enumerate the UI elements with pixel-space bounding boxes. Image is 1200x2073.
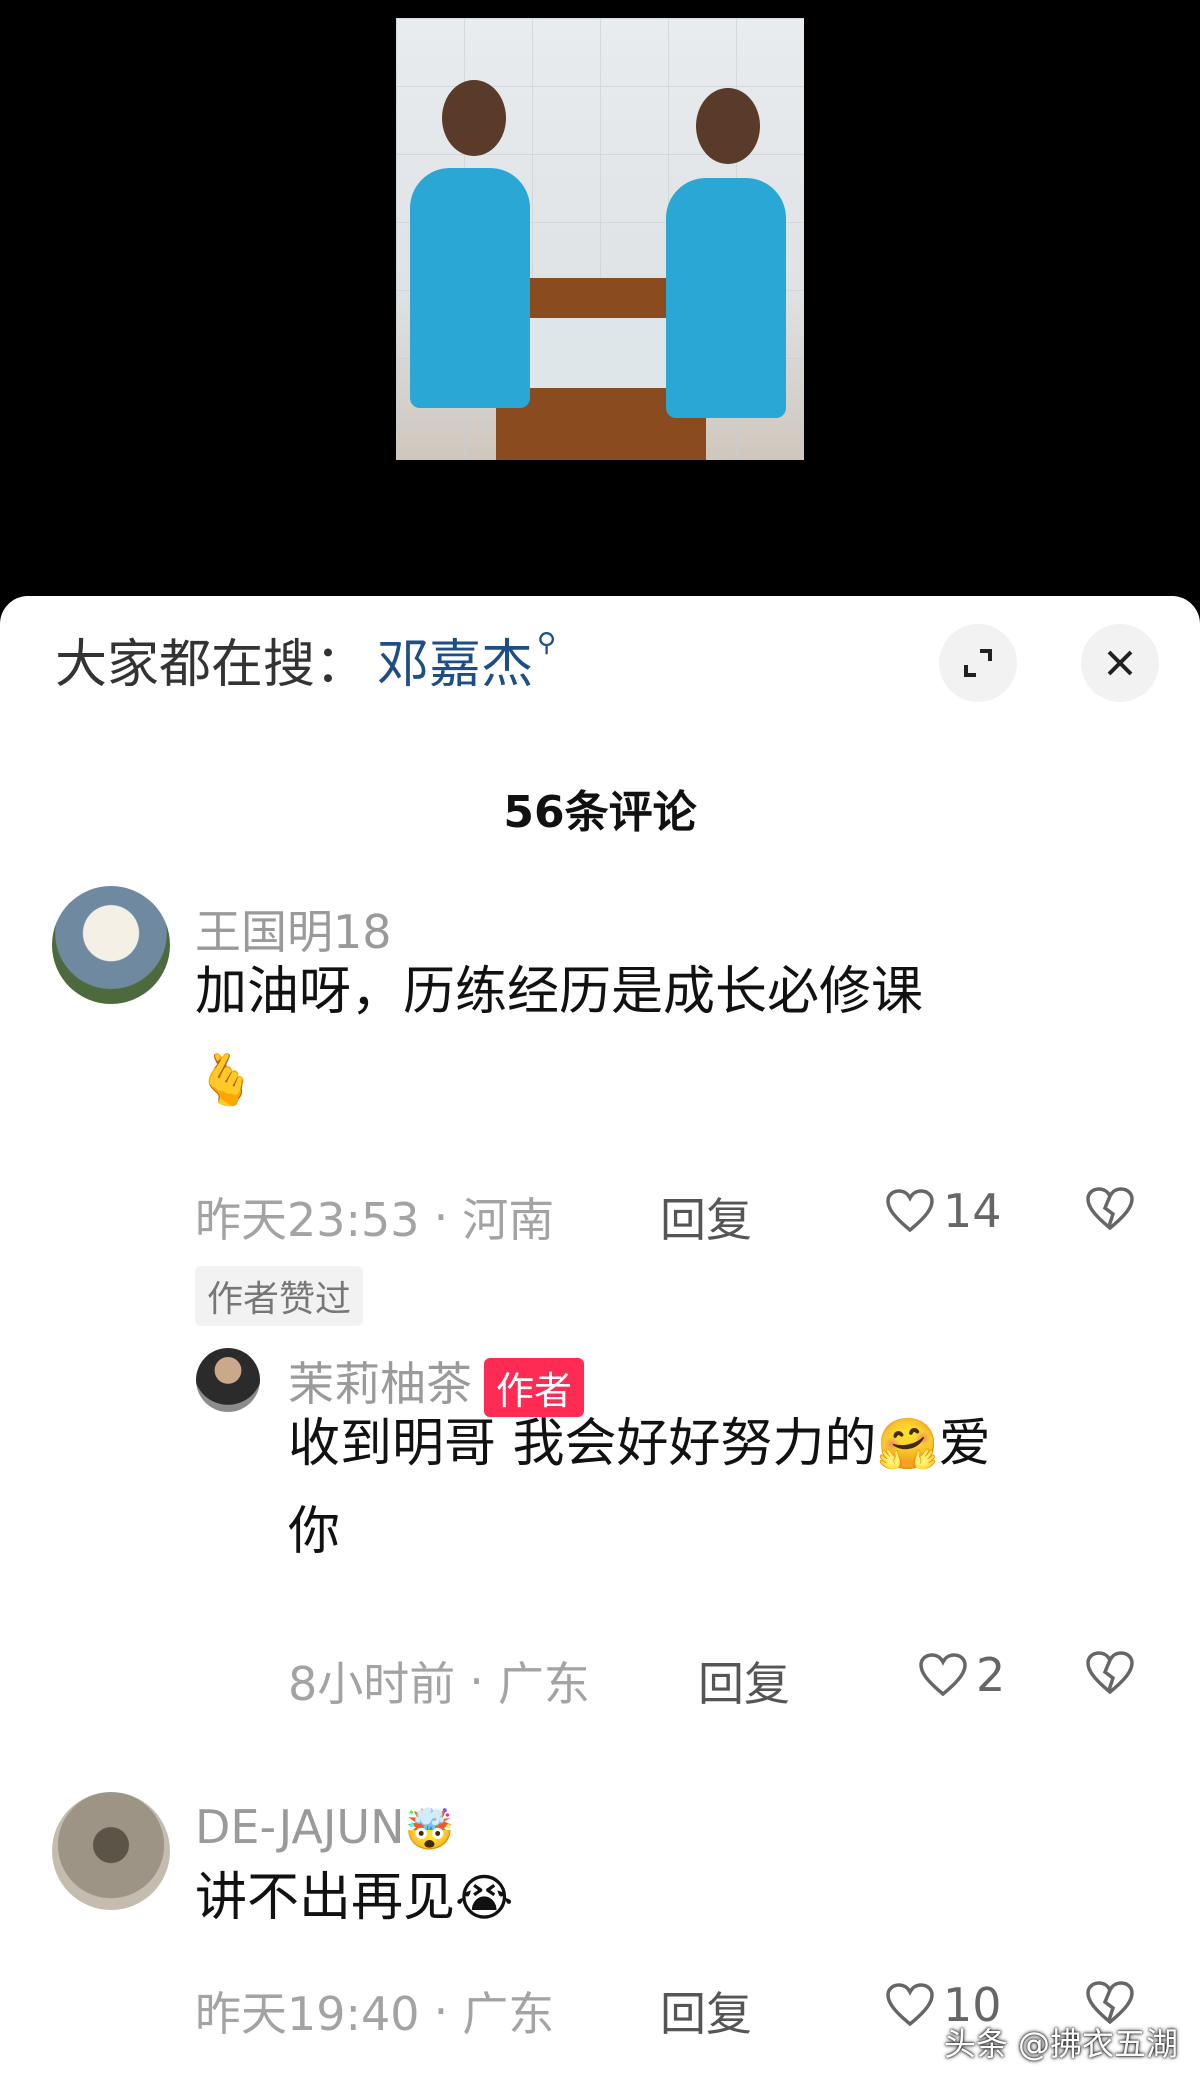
dislike-button[interactable] — [1085, 1186, 1135, 1236]
avatar[interactable] — [52, 886, 170, 1004]
watermark: 头条 @拂衣五湖 — [943, 2025, 1178, 2063]
magnifier-icon: ⚲ — [537, 628, 557, 658]
comment-text: 加油呀，历练经历是成长必修课 🫰 — [195, 948, 1095, 1124]
like-count: 2 — [976, 1648, 1006, 1702]
meta-separator: · — [433, 1984, 449, 2038]
comment-time: 昨天19:40 — [195, 1987, 420, 2041]
comment-text-line1-tail: 爱 — [938, 1414, 991, 1474]
expand-icon — [964, 649, 992, 677]
comment-text-content: 加油呀，历练经历是成长必修课 — [195, 962, 924, 1022]
like-button[interactable]: 14 — [885, 1184, 1002, 1238]
heart-icon — [886, 1983, 934, 2027]
comment-count: 56条评论 — [503, 787, 697, 838]
comment-location: 广东 — [497, 1657, 590, 1711]
close-icon — [1107, 650, 1133, 676]
meta-separator: · — [469, 1654, 484, 1708]
person-right — [666, 178, 786, 418]
ice — [516, 318, 686, 388]
video-area[interactable] — [0, 0, 1200, 600]
close-button[interactable] — [1081, 624, 1159, 702]
comment-text-content: 讲不出再见 — [195, 1868, 456, 1928]
comment-meta: 昨天23:53 · 河南 — [195, 1184, 554, 1250]
exploding-head-emoji: 🤯 — [404, 1807, 455, 1853]
like-count: 14 — [943, 1184, 1002, 1238]
comment-text: 收到明哥 我会好好努力的🤗爱 你 — [288, 1400, 1158, 1576]
avatar[interactable] — [196, 1348, 260, 1412]
heart-icon — [919, 1653, 967, 1697]
expand-button[interactable] — [939, 624, 1017, 702]
search-prefix: 大家都在搜： — [55, 634, 368, 695]
comment-location: 广东 — [462, 1987, 555, 2041]
meta-separator: · — [433, 1190, 449, 1244]
comment-text: 讲不出再见😭 — [195, 1854, 1095, 1942]
comment-text-line2: 你 — [288, 1502, 341, 1562]
video-thumbnail[interactable] — [396, 18, 804, 460]
hug-emoji: 🤗 — [876, 1415, 939, 1473]
reply-button[interactable]: 回复 — [660, 1978, 752, 2044]
comment-meta: 8小时前 · 广东 — [288, 1648, 590, 1714]
comment-sheet: 大家都在搜： 邓嘉杰 ⚲ 56条评论 王国明18 加油呀，历练经历是成长必修课 … — [0, 596, 1200, 2073]
reply-button[interactable]: 回复 — [698, 1648, 790, 1714]
comment-meta: 昨天19:40 · 广东 — [195, 1978, 554, 2044]
comment-time: 8小时前 — [288, 1657, 456, 1711]
search-term[interactable]: 邓嘉杰 — [377, 622, 533, 697]
broken-heart-icon — [1086, 1187, 1134, 1231]
like-button[interactable]: 2 — [918, 1648, 1005, 1702]
comment-text-line1: 收到明哥 我会好好努力的 — [288, 1414, 877, 1474]
comment-username: DE-JAJUN🤯 — [195, 1800, 454, 1854]
reply-button[interactable]: 回复 — [660, 1184, 752, 1250]
head-left — [442, 80, 506, 156]
person-left — [410, 168, 530, 408]
comment-username-text[interactable]: DE-JAJUN — [195, 1800, 405, 1854]
hand-heart-emoji: 🫰 — [195, 1051, 258, 1109]
broken-heart-icon — [1086, 1651, 1134, 1695]
crying-emoji: 😭 — [455, 1869, 514, 1927]
author-liked-badge: 作者赞过 — [195, 1266, 364, 1326]
avatar[interactable] — [52, 1792, 170, 1910]
comment-time: 昨天23:53 — [195, 1193, 420, 1247]
search-suggestion[interactable]: 大家都在搜： 邓嘉杰 ⚲ — [55, 622, 557, 697]
comment-location: 河南 — [462, 1193, 555, 1247]
head-right — [696, 88, 760, 164]
dislike-button[interactable] — [1085, 1650, 1135, 1700]
heart-icon — [886, 1189, 934, 1233]
